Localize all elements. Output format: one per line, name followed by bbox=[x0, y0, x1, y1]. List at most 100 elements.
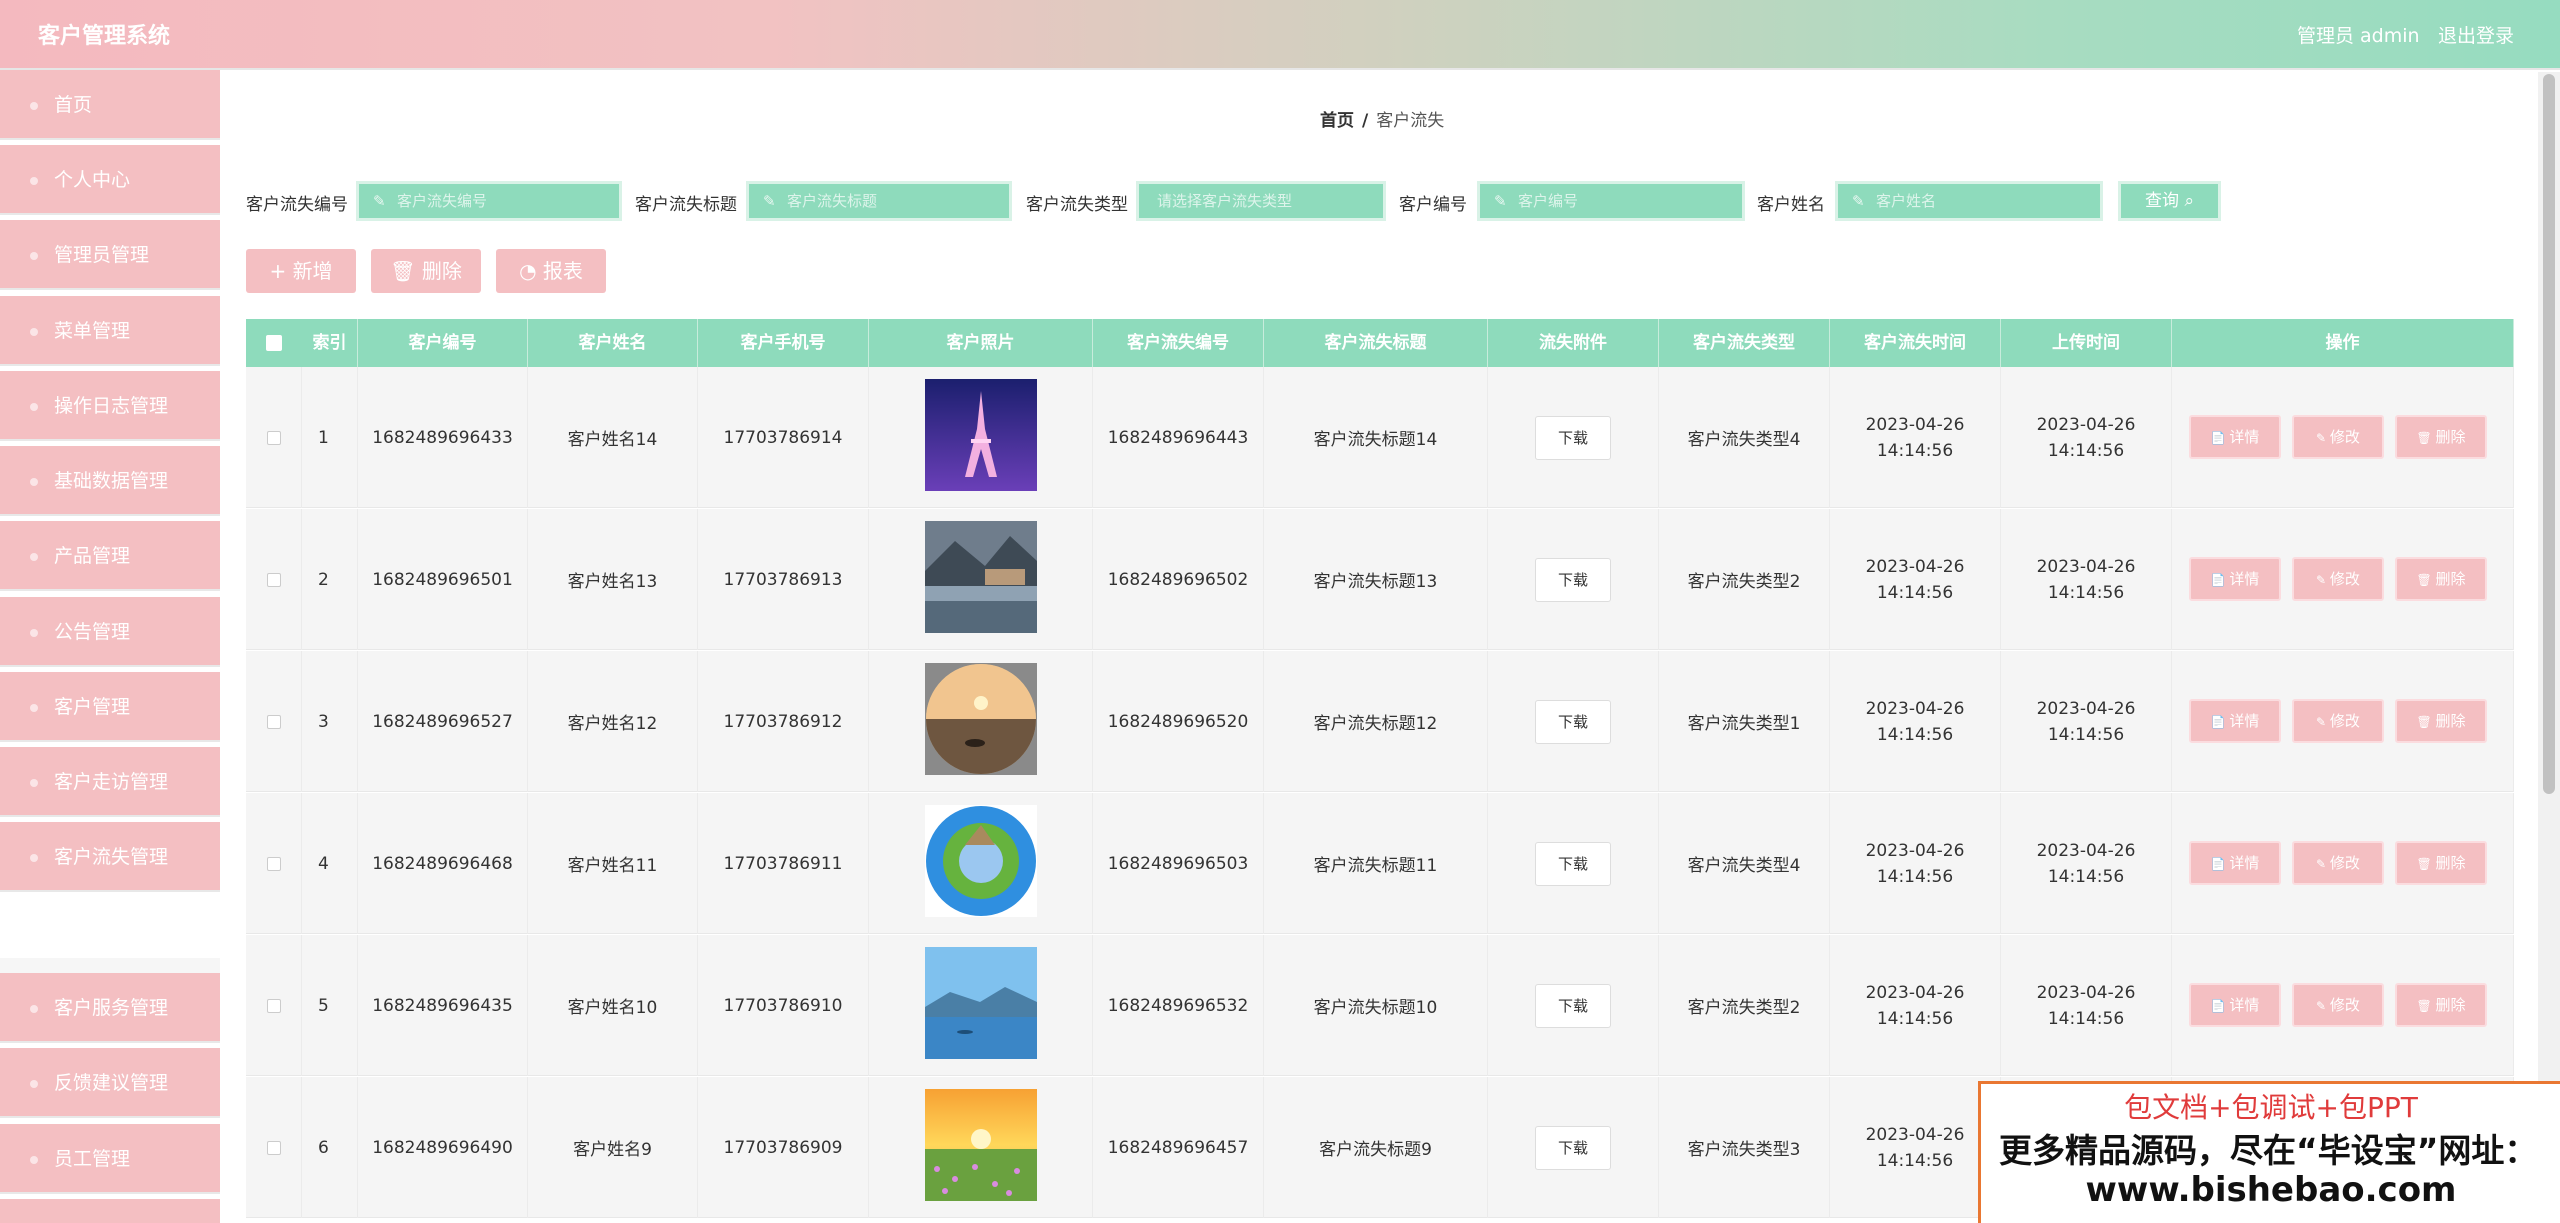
table-row[interactable]: 5 1682489696435 客户姓名10 17703786910 168248969… bbox=[246, 935, 2514, 1076]
row-checkbox-cell[interactable] bbox=[246, 1077, 302, 1218]
row-checkbox-cell[interactable] bbox=[246, 509, 302, 650]
breadcrumb-home[interactable]: 首页 bbox=[1320, 111, 1354, 131]
search-input-cust-no[interactable]: ✎ 客户编号 bbox=[1477, 181, 1745, 221]
add-button[interactable]: + 新增 bbox=[246, 249, 356, 293]
select-all-checkbox[interactable] bbox=[266, 335, 282, 351]
pencil-icon: ✎ bbox=[763, 192, 776, 210]
search-input-cust-name[interactable]: ✎ 客户姓名 bbox=[1835, 181, 2103, 221]
breadcrumb-current: 客户流失 bbox=[1376, 111, 1445, 131]
download-button[interactable]: 下载 bbox=[1535, 841, 1611, 886]
edit-button[interactable]: ✎ 修改 bbox=[2292, 841, 2384, 885]
sidebar-item[interactable]: 反馈建议管理 bbox=[0, 1048, 220, 1118]
menu-dot-icon bbox=[30, 252, 38, 260]
sidebar-item[interactable]: 菜单管理 bbox=[0, 296, 220, 366]
row-delete-button[interactable]: 🗑 删除 bbox=[2395, 841, 2487, 885]
sidebar-item[interactable]: 公告管理 bbox=[0, 597, 220, 667]
row-checkbox[interactable] bbox=[266, 572, 281, 587]
search-placeholder: 客户编号 bbox=[1518, 192, 1579, 210]
edit-button[interactable]: ✎ 修改 bbox=[2292, 983, 2384, 1027]
row-checkbox[interactable] bbox=[266, 1140, 281, 1155]
column-header: 客户流失类型 bbox=[1659, 319, 1830, 367]
cell-loss-no: 1682489696502 bbox=[1093, 509, 1264, 650]
sidebar-item[interactable]: 客户管理 bbox=[0, 672, 220, 742]
cell-operations: 📄 详情✎ 修改🗑 删除 bbox=[2172, 651, 2514, 792]
sidebar-item[interactable]: 基础数据管理 bbox=[0, 446, 220, 516]
pie-chart-icon: ◔ bbox=[519, 259, 537, 283]
row-checkbox[interactable] bbox=[266, 856, 281, 871]
cell-loss-type: 客户流失类型2 bbox=[1659, 509, 1830, 650]
sidebar-item[interactable]: 客户服务管理 bbox=[0, 973, 220, 1043]
cell-customer-no: 1682489696527 bbox=[358, 651, 528, 792]
trash-icon: 🗑 bbox=[390, 259, 416, 283]
row-delete-label: 删除 bbox=[2435, 996, 2466, 1014]
top-header: 客户管理系统 管理员 admin 退出登录 bbox=[0, 0, 2560, 70]
row-checkbox[interactable] bbox=[266, 714, 281, 729]
cell-upload-time: 2023-04-26 14:14:56 bbox=[2001, 367, 2172, 508]
row-checkbox[interactable] bbox=[266, 998, 281, 1013]
sidebar-item[interactable]: 客户走访管理 bbox=[0, 747, 220, 817]
loss-type: 客户流失类型2 bbox=[1687, 572, 1801, 592]
edit-button[interactable]: ✎ 修改 bbox=[2292, 415, 2384, 459]
row-delete-button[interactable]: 🗑 删除 bbox=[2395, 983, 2487, 1027]
detail-button[interactable]: 📄 详情 bbox=[2189, 841, 2281, 885]
table-row[interactable]: 1 1682489696433 客户姓名14 17703786914 168248969… bbox=[246, 367, 2514, 508]
report-button[interactable]: ◔ 报表 bbox=[496, 249, 606, 293]
delete-button[interactable]: 🗑 删除 bbox=[371, 249, 481, 293]
row-checkbox-cell[interactable] bbox=[246, 651, 302, 792]
search-input-loss-no[interactable]: ✎ 客户流失编号 bbox=[356, 181, 622, 221]
edit-label: 修改 bbox=[2329, 996, 2360, 1014]
download-button[interactable]: 下载 bbox=[1535, 415, 1611, 460]
sidebar-item[interactable]: 产品管理 bbox=[0, 521, 220, 591]
table-row[interactable]: 4 1682489696468 客户姓名11 17703786911 168248969… bbox=[246, 793, 2514, 934]
upload-time: 2023-04-26 14:14:56 bbox=[2036, 556, 2136, 603]
row-checkbox-cell[interactable] bbox=[246, 793, 302, 934]
cell-loss-time: 2023-04-26 14:14:56 bbox=[1830, 509, 2001, 650]
table-row[interactable]: 3 1682489696527 客户姓名12 17703786912 168248969… bbox=[246, 651, 2514, 792]
edit-button[interactable]: ✎ 修改 bbox=[2292, 699, 2384, 743]
row-checkbox-cell[interactable] bbox=[246, 367, 302, 508]
detail-button[interactable]: 📄 详情 bbox=[2189, 557, 2281, 601]
query-button[interactable]: 查询 ⌕ bbox=[2118, 181, 2221, 221]
sidebar-item[interactable]: 管理员管理 bbox=[0, 220, 220, 290]
sidebar-item[interactable]: 员工管理 bbox=[0, 1124, 220, 1194]
row-checkbox-cell[interactable] bbox=[246, 935, 302, 1076]
sidebar-item[interactable]: 操作日志管理 bbox=[0, 371, 220, 441]
sidebar-item[interactable]: 客户流失管理 bbox=[0, 822, 220, 892]
sidebar-item[interactable]: 首页 bbox=[0, 70, 220, 140]
detail-button[interactable]: 📄 详情 bbox=[2189, 699, 2281, 743]
cell-customer-photo bbox=[869, 651, 1093, 792]
detail-button[interactable]: 📄 详情 bbox=[2189, 415, 2281, 459]
download-button[interactable]: 下载 bbox=[1535, 983, 1611, 1028]
cell-index: 2 bbox=[302, 509, 358, 650]
scrollbar-thumb[interactable] bbox=[2543, 74, 2555, 794]
row-checkbox[interactable] bbox=[266, 430, 281, 445]
detail-button[interactable]: 📄 详情 bbox=[2189, 983, 2281, 1027]
detail-label: 详情 bbox=[2229, 428, 2260, 446]
edit-button[interactable]: ✎ 修改 bbox=[2292, 557, 2384, 601]
cell-index: 6 bbox=[302, 1077, 358, 1218]
sidebar-item[interactable]: 个人中心 bbox=[0, 145, 220, 215]
search-input-loss-title[interactable]: ✎ 客户流失标题 bbox=[746, 181, 1012, 221]
cell-loss-title: 客户流失标题11 bbox=[1264, 793, 1488, 934]
promo-banner: 包文档+包调试+包PPT 更多精品源码，尽在“毕设宝”网址： www.bishe… bbox=[1978, 1081, 2560, 1223]
loss-time: 2023-04-26 14:14:56 bbox=[1865, 698, 1965, 745]
logout-link[interactable]: 退出登录 bbox=[2438, 21, 2514, 48]
row-delete-button[interactable]: 🗑 删除 bbox=[2395, 415, 2487, 459]
sidebar-item-partial[interactable] bbox=[0, 1199, 220, 1223]
row-delete-button[interactable]: 🗑 删除 bbox=[2395, 557, 2487, 601]
cell-loss-type: 客户流失类型2 bbox=[1659, 935, 1830, 1076]
customer-phone: 17703786911 bbox=[723, 853, 843, 874]
download-button[interactable]: 下载 bbox=[1535, 1125, 1611, 1170]
cell-upload-time: 2023-04-26 14:14:56 bbox=[2001, 935, 2172, 1076]
upload-time: 2023-04-26 14:14:56 bbox=[2036, 840, 2136, 887]
download-button[interactable]: 下载 bbox=[1535, 557, 1611, 602]
menu-dot-icon bbox=[30, 328, 38, 336]
download-button[interactable]: 下载 bbox=[1535, 699, 1611, 744]
search-select-loss-type[interactable]: 请选择客户流失类型 bbox=[1136, 181, 1386, 221]
table-row[interactable]: 2 1682489696501 客户姓名13 17703786913 168248969… bbox=[246, 509, 2514, 650]
cell-customer-name: 客户姓名10 bbox=[528, 935, 698, 1076]
column-header: 上传时间 bbox=[2001, 319, 2172, 367]
row-delete-button[interactable]: 🗑 删除 bbox=[2395, 699, 2487, 743]
row-delete-label: 删除 bbox=[2435, 428, 2466, 446]
cell-attachment: 下载 bbox=[1488, 1077, 1659, 1218]
